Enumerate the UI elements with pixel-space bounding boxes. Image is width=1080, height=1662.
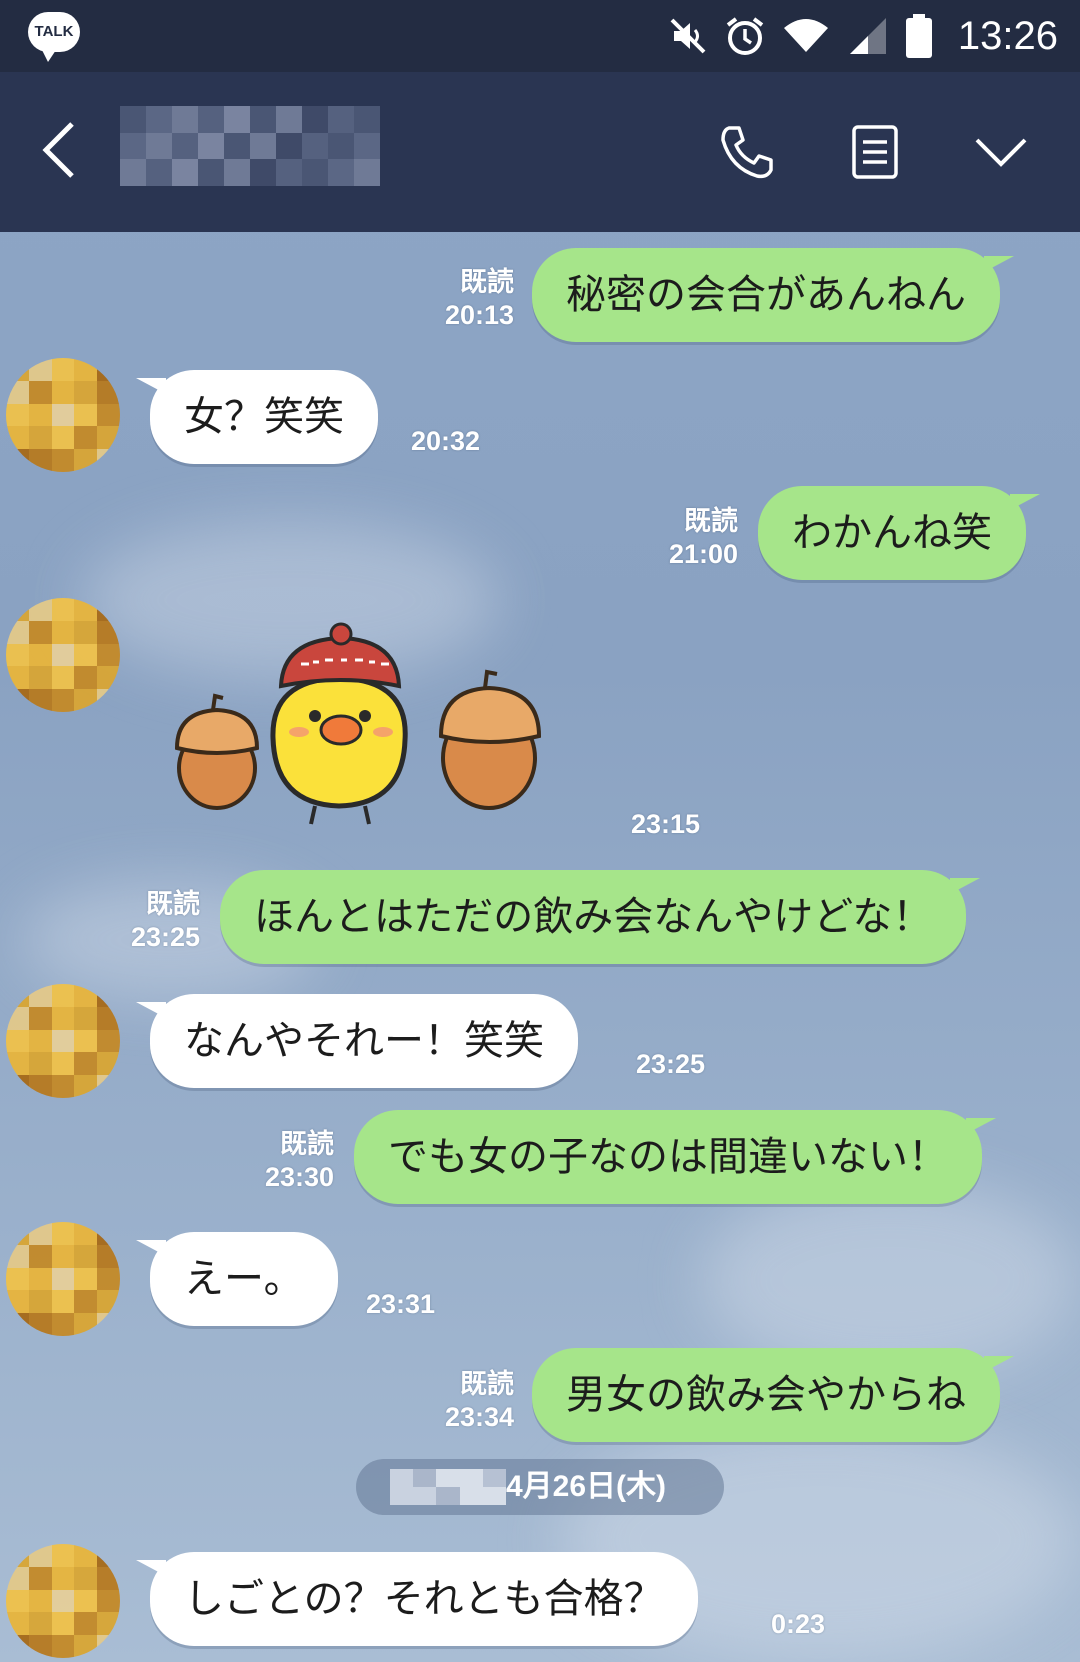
- clock-time: 13:26: [957, 13, 1058, 58]
- battery-icon: [904, 14, 934, 58]
- call-button[interactable]: [712, 117, 782, 187]
- message-time: 0:23: [771, 1609, 826, 1639]
- notes-button[interactable]: [840, 117, 910, 187]
- acorn-left: [174, 693, 260, 810]
- notes-icon: [852, 125, 898, 179]
- line-talk-logo: TALK: [28, 12, 80, 62]
- chat-header: [0, 72, 1080, 232]
- mute-icon: [668, 16, 708, 56]
- signal-icon: [846, 16, 888, 56]
- outgoing-message[interactable]: 男女の飲み会やからね: [532, 1348, 1014, 1442]
- message-time: 23:31: [366, 1289, 436, 1319]
- read-receipt: 既読 23:25: [130, 889, 200, 952]
- phone-icon: [721, 126, 773, 179]
- chat-screen: TALK 13:26 既読 20:13 秘密の会合があんねん 女？笑笑 20:3…: [0, 0, 1080, 1662]
- contact-avatar[interactable]: [6, 358, 120, 472]
- read-receipt: 既読 23:34: [444, 1369, 514, 1432]
- contact-avatar[interactable]: [6, 1222, 120, 1336]
- contact-avatar[interactable]: [6, 984, 120, 1098]
- chevron-down-icon: [975, 138, 1027, 167]
- status-bar: TALK 13:26: [0, 0, 1080, 72]
- date-separator-pixelated: [390, 1469, 506, 1505]
- outgoing-message[interactable]: ほんとはただの飲み会なんやけどな！: [220, 870, 981, 964]
- incoming-message[interactable]: 女？笑笑: [136, 370, 378, 464]
- read-receipt: 既読 21:00: [668, 506, 738, 569]
- alarm-icon: [724, 15, 766, 57]
- yellow-chick: [270, 622, 408, 825]
- date-separator: 4月26日(木): [356, 1459, 724, 1515]
- wifi-icon: [782, 16, 830, 56]
- message-time: 23:15: [631, 809, 701, 839]
- date-separator-label: 4月26日(木): [506, 1470, 667, 1503]
- message-time: 20:32: [411, 426, 481, 456]
- read-receipt: 既読 23:30: [264, 1129, 334, 1192]
- message-time: 23:25: [636, 1049, 706, 1079]
- status-icons: 13:26: [668, 0, 1058, 72]
- incoming-message[interactable]: なんやそれー！笑笑: [136, 994, 578, 1088]
- read-receipt: 既読 20:13: [444, 267, 514, 330]
- outgoing-message[interactable]: 秘密の会合があんねん: [532, 248, 1014, 342]
- contact-avatar[interactable]: [6, 598, 120, 712]
- contact-avatar[interactable]: [6, 1544, 120, 1658]
- outgoing-message[interactable]: でも女の子なのは間違いない！: [354, 1110, 996, 1204]
- contact-name-pixelated: [120, 106, 380, 186]
- incoming-message[interactable]: えー。: [136, 1232, 338, 1326]
- acorn-right: [438, 669, 542, 810]
- incoming-message[interactable]: しごとの？それとも合格？: [136, 1552, 698, 1646]
- back-icon: [42, 122, 74, 178]
- chick-with-acorns-sticker[interactable]: [165, 620, 585, 840]
- menu-expand-button[interactable]: [966, 117, 1036, 187]
- back-button[interactable]: [36, 120, 86, 180]
- outgoing-message[interactable]: わかんね笑: [758, 486, 1040, 580]
